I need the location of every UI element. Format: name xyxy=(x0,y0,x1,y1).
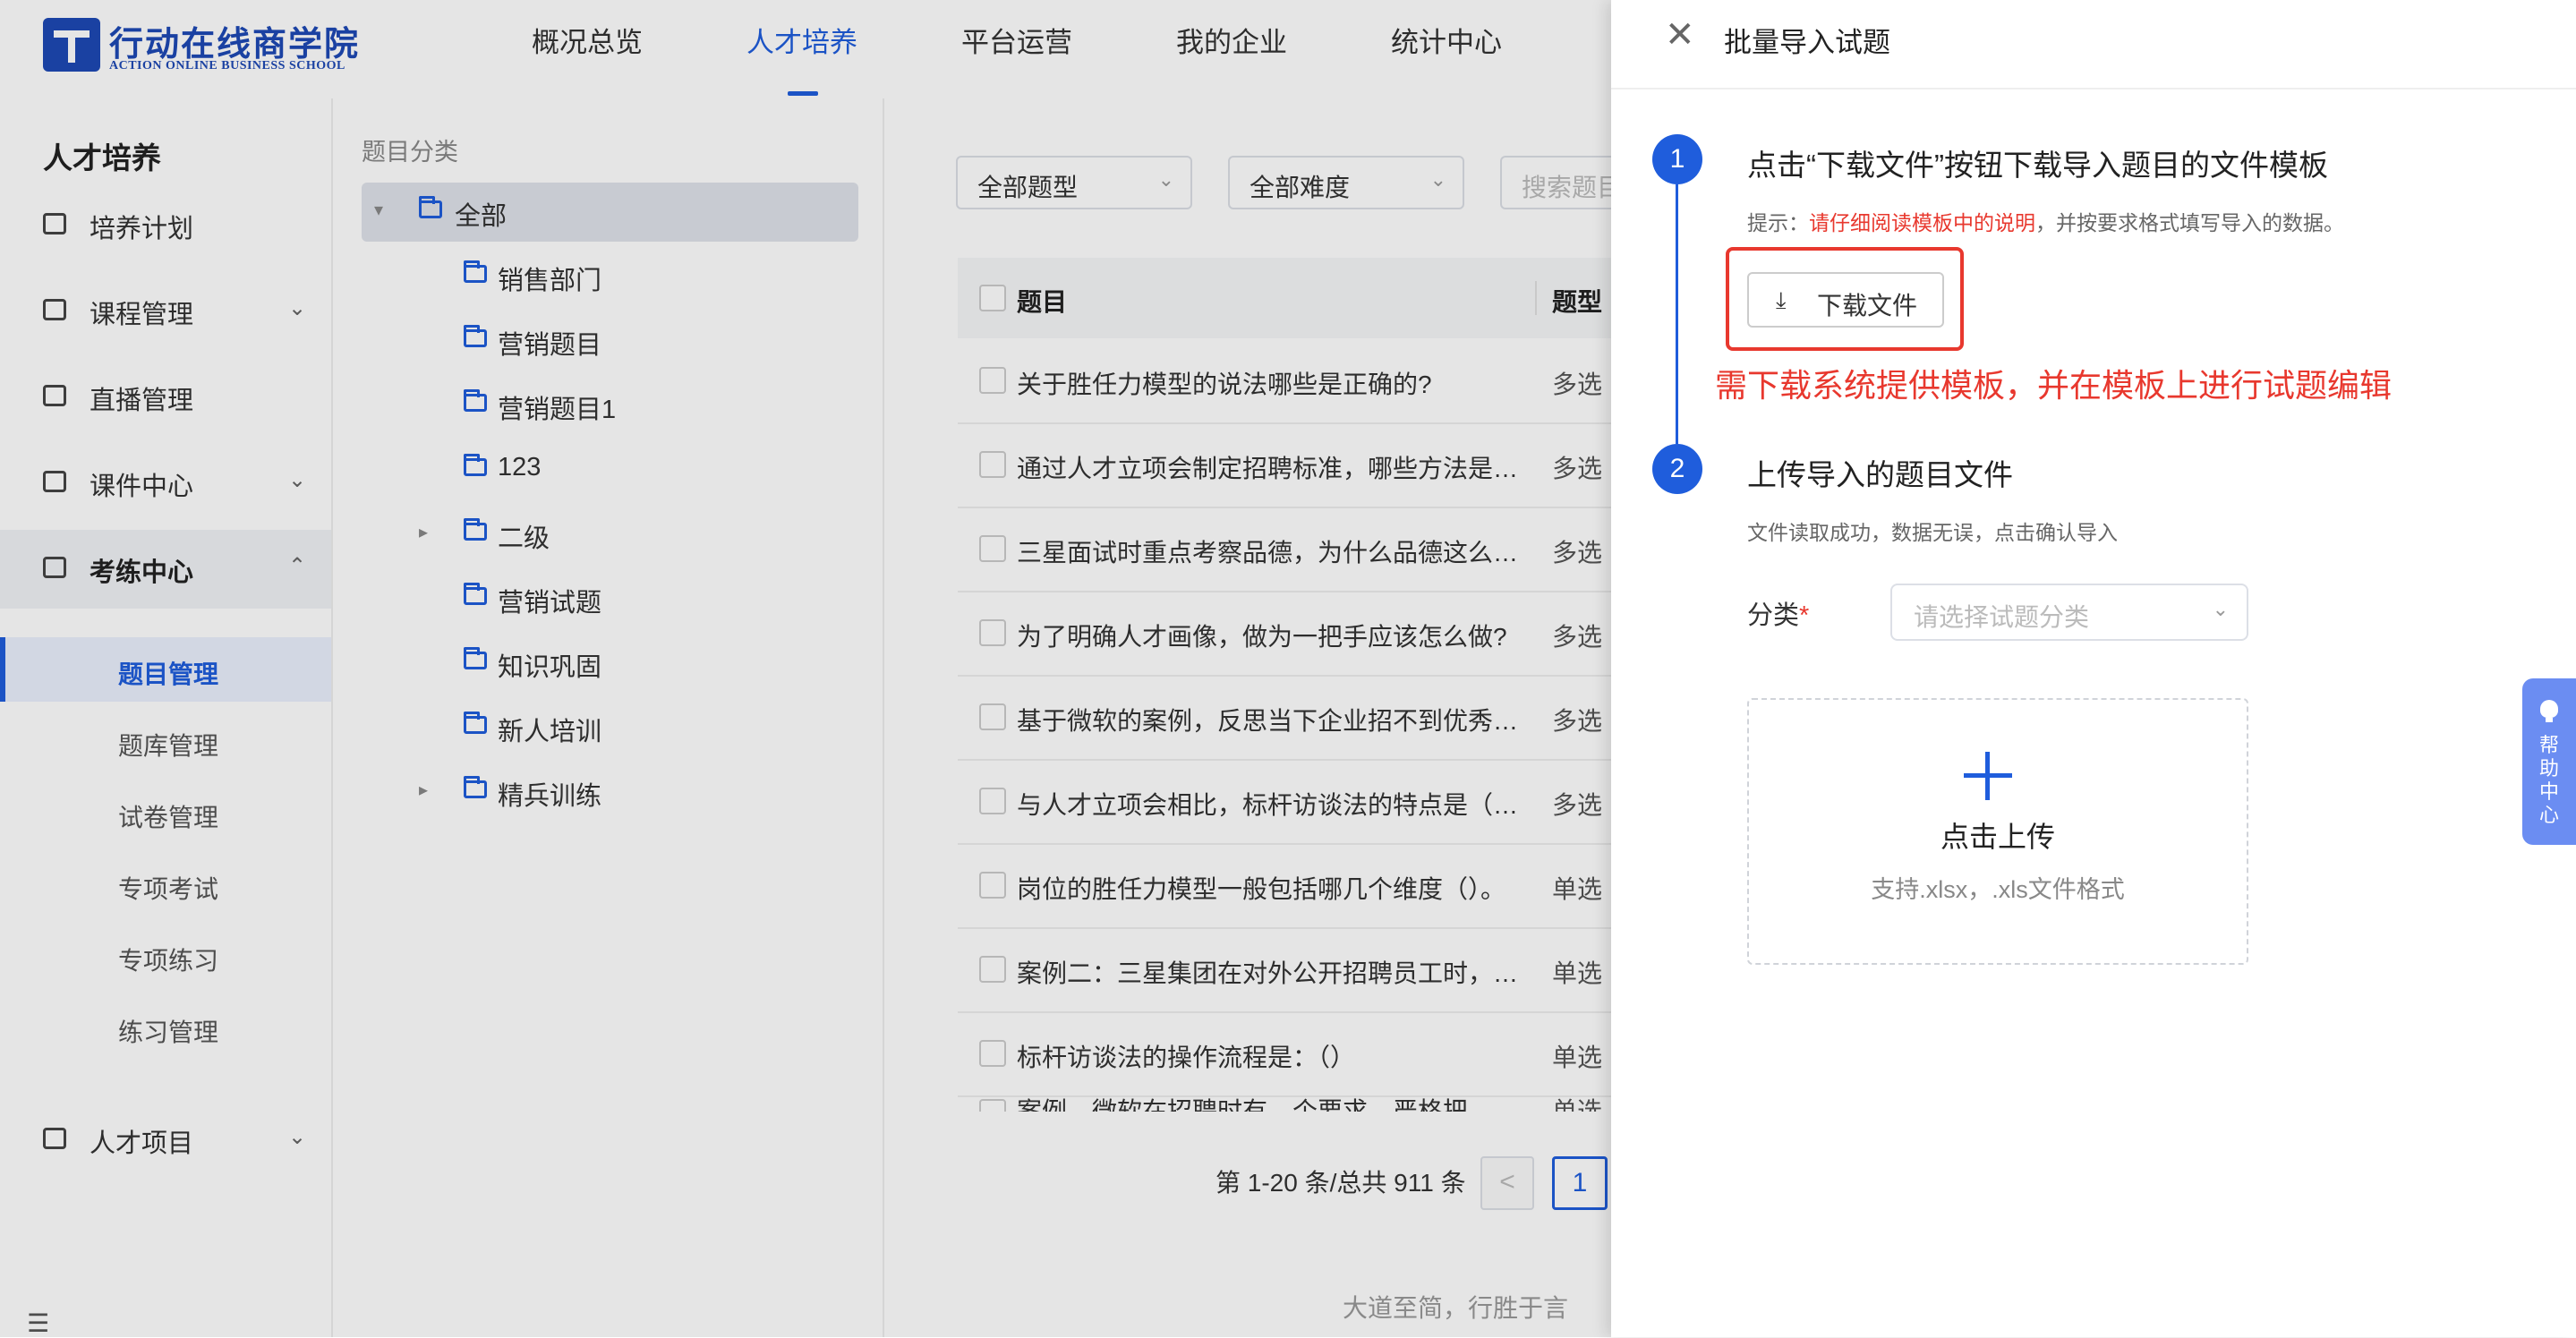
hint-prefix: 提示： xyxy=(1747,211,1809,234)
download-icon: ⤓ xyxy=(1776,286,1787,313)
help-char: 心 xyxy=(2538,804,2559,826)
download-file-button[interactable]: ⤓ 下载文件 xyxy=(1747,272,1944,328)
upload-label: 点击上传 xyxy=(1940,821,2055,853)
category-select-placeholder: 请选择试题分类 xyxy=(1914,603,2090,631)
step-2-title: 上传导入的题目文件 xyxy=(1747,458,2013,491)
help-char: 中 xyxy=(2538,780,2559,803)
upload-format-hint: 支持.xlsx，.xls文件格式 xyxy=(1871,876,2125,903)
batch-import-drawer: ✕ 批量导入试题 1 点击“下载文件”按钮下载导入题目的文件模板 提示：请仔细阅… xyxy=(1611,0,2576,1337)
help-char: 帮 xyxy=(2538,734,2559,756)
drawer-overlay[interactable] xyxy=(0,0,1611,1337)
step-1-indicator: 1 xyxy=(1652,134,1702,184)
plus-icon xyxy=(1964,752,2012,800)
help-center-label: 帮 助 中 心 xyxy=(2522,734,2576,827)
step-1-hint: 提示：请仔细阅读模板中的说明，并按要求格式填写导入的数据。 xyxy=(1747,206,2344,236)
hint-suffix: ，并按要求格式填写导入的数据。 xyxy=(2035,211,2344,234)
drawer-title: 批量导入试题 xyxy=(1724,27,1890,58)
required-mark: * xyxy=(1799,601,1810,630)
help-center-tab[interactable]: 帮 助 中 心 xyxy=(2522,678,2576,845)
category-select[interactable]: 请选择试题分类 ⌄ xyxy=(1890,584,2248,641)
upload-dropzone[interactable]: 点击上传 支持.xlsx，.xls文件格式 xyxy=(1747,698,2248,965)
step-1-title: 点击“下载文件”按钮下载导入题目的文件模板 xyxy=(1747,149,2328,182)
close-icon[interactable]: ✕ xyxy=(1665,14,1695,55)
hint-emphasis: 请仔细阅读模板中的说明 xyxy=(1809,211,2035,234)
lightbulb-icon xyxy=(2540,700,2558,722)
download-button-label: 下载文件 xyxy=(1817,292,1918,320)
step-connector-line xyxy=(1676,184,1678,444)
drawer-header: ✕ 批量导入试题 xyxy=(1611,0,2576,89)
step-2-subtitle: 文件读取成功，数据无误，点击确认导入 xyxy=(1747,521,2118,544)
help-char: 助 xyxy=(2538,757,2559,780)
category-label-text: 分类 xyxy=(1747,601,1800,630)
category-label: 分类* xyxy=(1747,594,1809,632)
annotation-text: 需下载系统提供模板，并在模板上进行试题编辑 xyxy=(1715,367,2393,404)
step-2-indicator: 2 xyxy=(1652,444,1702,494)
chevron-down-icon: ⌄ xyxy=(2212,598,2229,620)
